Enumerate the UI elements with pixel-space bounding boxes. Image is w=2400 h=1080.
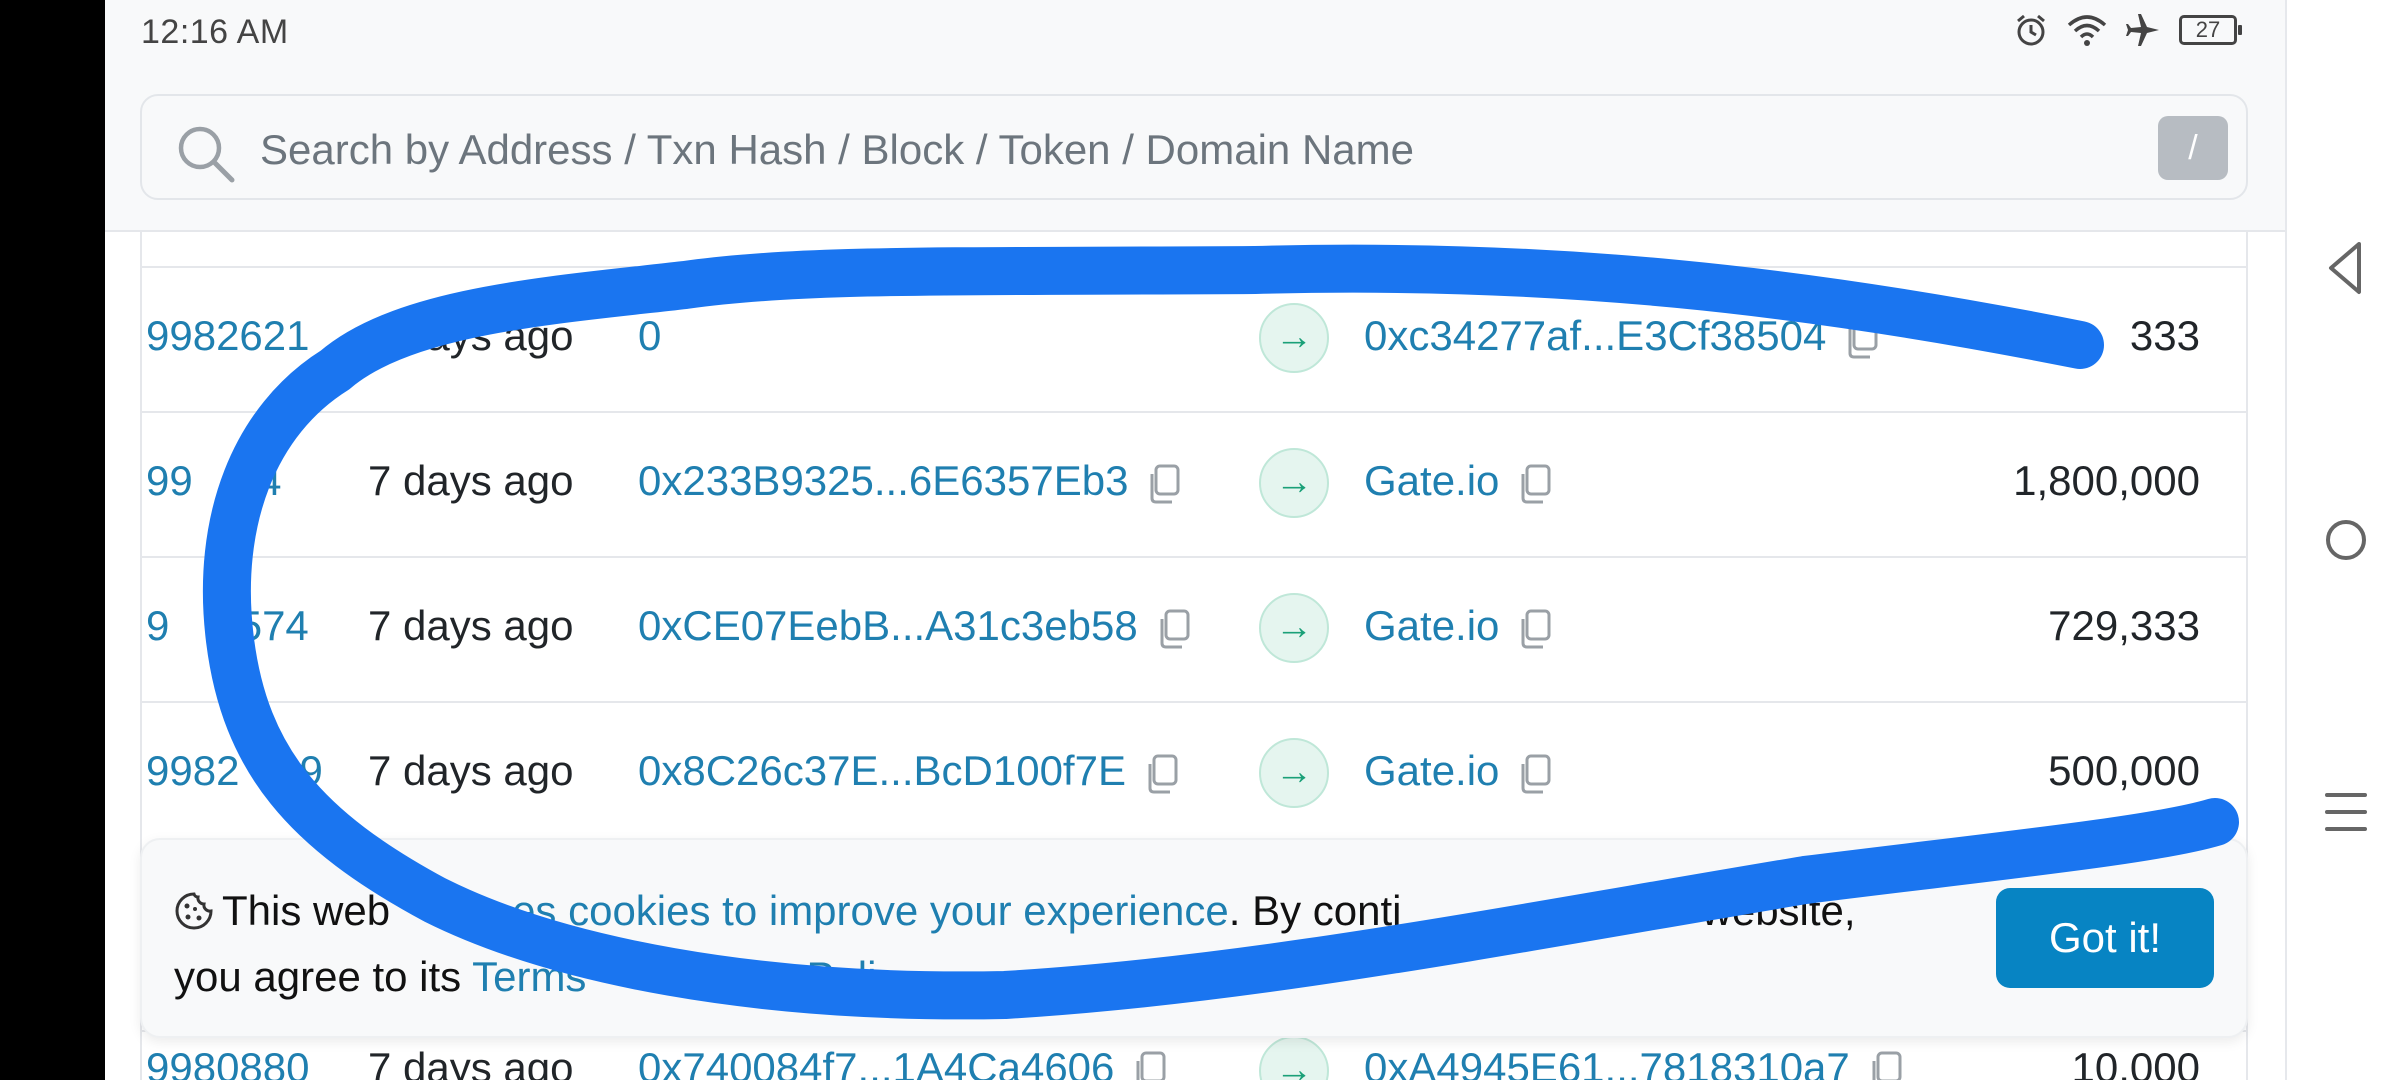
to-address[interactable]: Gate.io <box>1364 747 1551 795</box>
from-address-text[interactable]: 0x740084f7...1A4Ca4606 <box>638 1044 1114 1080</box>
to-address[interactable]: Gate.io <box>1364 457 1551 505</box>
quantity-text: 729,333 <box>2048 602 2200 649</box>
browser-screen: 12:16 AM 27 Search by Address / Txn Hash… <box>105 0 2285 1080</box>
block-link[interactable]: 9982 9 <box>146 747 323 795</box>
to-address-text[interactable]: Gate.io <box>1364 457 1499 504</box>
to-address-text[interactable]: Gate.io <box>1364 602 1499 649</box>
copy-icon[interactable] <box>1156 609 1190 649</box>
from-address[interactable]: 0x233B9325...6E6357Eb3 <box>638 457 1180 505</box>
block-link[interactable]: 9 2574 <box>146 602 309 650</box>
quantity-text: 1,800,000 <box>2013 457 2200 504</box>
cookie-message: This web es cookies to improve your exper… <box>174 878 2004 1010</box>
to-address[interactable]: 0xA4945E61...7818310a7 <box>1364 1044 1902 1080</box>
from-address[interactable]: 0x740084f7...1A4Ca4606 <box>638 1044 1166 1080</box>
block-link-tail[interactable]: 9 <box>299 747 322 794</box>
cookie-text-part1: This web <box>222 887 391 934</box>
copy-icon[interactable] <box>1517 464 1551 504</box>
status-time: 12:16 AM <box>141 13 289 51</box>
age-text: 7 days ago <box>368 1044 574 1080</box>
table-row: 9982621 7 days ago 0 → 0xc34277af...E3Cf… <box>142 266 2246 411</box>
cookie-policy-link[interactable]: es cookies to improve your experience <box>512 887 1229 934</box>
to-address[interactable]: 0xc34277af...E3Cf38504 <box>1364 312 1878 360</box>
from-address-text[interactable]: 0x8C26c37E...BcD100f7E <box>638 747 1126 794</box>
back-icon[interactable] <box>2321 238 2371 298</box>
airplane-icon <box>2126 14 2159 46</box>
block-link[interactable]: 9982621 <box>146 312 310 360</box>
from-address-text[interactable]: 0xCE07EebB...A31c3eb58 <box>638 602 1138 649</box>
block-link[interactable]: 9980880 <box>146 1044 310 1080</box>
block-link-tail[interactable]: 74 <box>235 457 282 504</box>
status-bar: 12:16 AM 27 <box>105 0 2285 68</box>
cookie-text-line2: you agree to its <box>174 953 473 1000</box>
from-address[interactable]: 0 <box>638 312 661 360</box>
privacy-policy-link[interactable]: Poli <box>806 953 876 1000</box>
terms-link[interactable]: Terms <box>472 953 586 1000</box>
to-address-text[interactable]: 0xA4945E61...7818310a7 <box>1364 1044 1850 1080</box>
battery-icon: 27 <box>2179 15 2242 45</box>
cookie-text-part3: website, <box>1701 887 1856 934</box>
to-address[interactable]: Gate.io <box>1364 602 1551 650</box>
arrow-right-icon: → <box>1259 738 1329 808</box>
table-row: 99 74 7 days ago 0x233B9325...6E6357Eb3 →… <box>142 411 2246 556</box>
quantity-text: 10,000 <box>2071 1044 2200 1080</box>
table-row: 9982 9 7 days ago 0x8C26c37E...BcD100f7E … <box>142 701 2246 846</box>
cookie-icon <box>175 892 213 930</box>
arrow-right-icon: → <box>1259 303 1329 373</box>
copy-icon[interactable] <box>1144 754 1178 794</box>
to-address-text[interactable]: Gate.io <box>1364 747 1499 794</box>
age-text: 7 days ago <box>368 312 574 359</box>
copy-icon[interactable] <box>1517 609 1551 649</box>
copy-icon[interactable] <box>1132 1051 1166 1080</box>
copy-icon[interactable] <box>1517 754 1551 794</box>
arrow-right-icon: → <box>1259 1036 1329 1080</box>
arrow-right-icon: → <box>1259 448 1329 518</box>
block-link-head[interactable]: 9 <box>146 602 169 649</box>
from-address-text[interactable]: 0x233B9325...6E6357Eb3 <box>638 457 1128 504</box>
home-icon[interactable] <box>2321 515 2371 565</box>
block-link-tail[interactable]: 2574 <box>215 602 308 649</box>
recents-menu-icon[interactable] <box>2321 787 2371 837</box>
arrow-right-icon: → <box>1259 593 1329 663</box>
search-placeholder: Search by Address / Txn Hash / Block / T… <box>260 126 1414 173</box>
status-icons: 27 <box>2013 12 2242 48</box>
search-input[interactable]: Search by Address / Txn Hash / Block / T… <box>140 94 2248 200</box>
copy-icon[interactable] <box>1868 1051 1902 1080</box>
cookie-text-part2: . By conti <box>1228 887 1402 934</box>
left-black-edge <box>0 0 105 1080</box>
from-address[interactable]: 0x8C26c37E...BcD100f7E <box>638 747 1178 795</box>
age-text: 7 days ago <box>368 747 574 794</box>
block-link[interactable]: 99 74 <box>146 457 281 505</box>
search-header: Search by Address / Txn Hash / Block / T… <box>105 68 2285 232</box>
age-text: 7 days ago <box>368 457 574 504</box>
quantity-text: 500,000 <box>2048 747 2200 794</box>
to-address-text[interactable]: 0xc34277af...E3Cf38504 <box>1364 312 1826 359</box>
search-icon <box>178 126 235 183</box>
search-shortcut-key[interactable]: / <box>2158 116 2228 180</box>
alarm-icon <box>2017 14 2045 46</box>
copy-icon[interactable] <box>1146 464 1180 504</box>
from-address[interactable]: 0xCE07EebB...A31c3eb58 <box>638 602 1190 650</box>
block-link-head[interactable]: 99 <box>146 457 193 504</box>
wifi-icon <box>2067 15 2107 46</box>
cookie-banner: This web es cookies to improve your exper… <box>140 838 2248 1038</box>
android-nav-bar <box>2285 0 2400 1080</box>
quantity-text: 333 <box>2129 312 2200 359</box>
got-it-button[interactable]: Got it! <box>1996 888 2214 988</box>
block-link-head[interactable]: 9982 <box>146 747 239 794</box>
age-text: 7 days ago <box>368 602 574 649</box>
copy-icon[interactable] <box>1844 319 1878 359</box>
table-row: 9 2574 7 days ago 0xCE07EebB...A31c3eb58 … <box>142 556 2246 701</box>
